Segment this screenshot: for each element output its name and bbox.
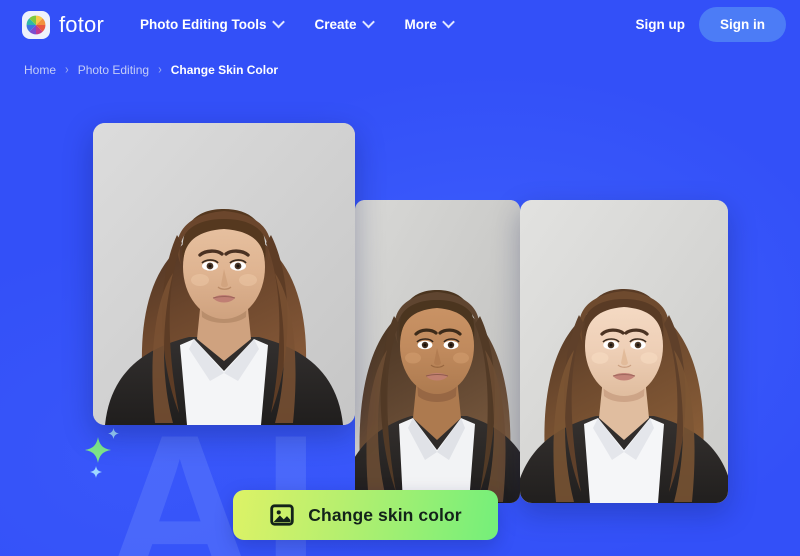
portrait-tan-image — [355, 200, 520, 503]
primary-nav: Photo Editing Tools Create More — [140, 15, 455, 32]
nav-item-label: Create — [314, 17, 357, 32]
chevron-down-icon — [441, 15, 455, 29]
breadcrumb-separator: › — [158, 63, 162, 77]
cta-label: Change skin color — [308, 504, 462, 525]
nav-item-photo-editing-tools[interactable]: Photo Editing Tools — [140, 15, 285, 32]
nav-item-more[interactable]: More — [404, 15, 455, 32]
breadcrumb-item-home[interactable]: Home — [24, 63, 56, 77]
portrait-fair-image — [520, 200, 728, 503]
nav-item-label: Photo Editing Tools — [140, 17, 267, 32]
sign-in-button[interactable]: Sign in — [699, 7, 786, 42]
site-header: fotor Photo Editing Tools Create More Si… — [0, 0, 800, 49]
nav-item-create[interactable]: Create — [314, 15, 375, 32]
portrait-original-image — [93, 123, 355, 425]
breadcrumb-item-current: Change Skin Color — [170, 63, 279, 77]
sign-up-link[interactable]: Sign up — [636, 17, 686, 32]
change-skin-color-button[interactable]: Change skin color — [233, 490, 498, 540]
nav-item-label: More — [404, 17, 437, 32]
fotor-color-wheel-logo-icon — [22, 10, 50, 39]
header-actions: Sign up Sign in — [636, 7, 786, 42]
sparkle-large-icon — [85, 437, 111, 463]
brand-name: fotor — [59, 11, 105, 37]
chevron-down-icon — [361, 15, 375, 29]
portrait-card-tan — [355, 200, 520, 503]
portrait-card-fair — [520, 200, 728, 503]
breadcrumb-item-photo-editing[interactable]: Photo Editing — [78, 63, 149, 77]
breadcrumb: Home › Photo Editing › Change Skin Color — [24, 63, 278, 77]
brand-logo[interactable]: fotor — [22, 10, 105, 39]
sparkle-small-top-icon — [108, 428, 119, 439]
sparkle-small-bottom-icon — [90, 466, 102, 478]
image-icon — [270, 504, 294, 526]
portrait-card-original — [93, 123, 355, 425]
chevron-down-icon — [271, 15, 285, 29]
page-root: AI fotor Photo Editing Tools Create More… — [0, 0, 800, 556]
breadcrumb-separator: › — [65, 63, 69, 77]
